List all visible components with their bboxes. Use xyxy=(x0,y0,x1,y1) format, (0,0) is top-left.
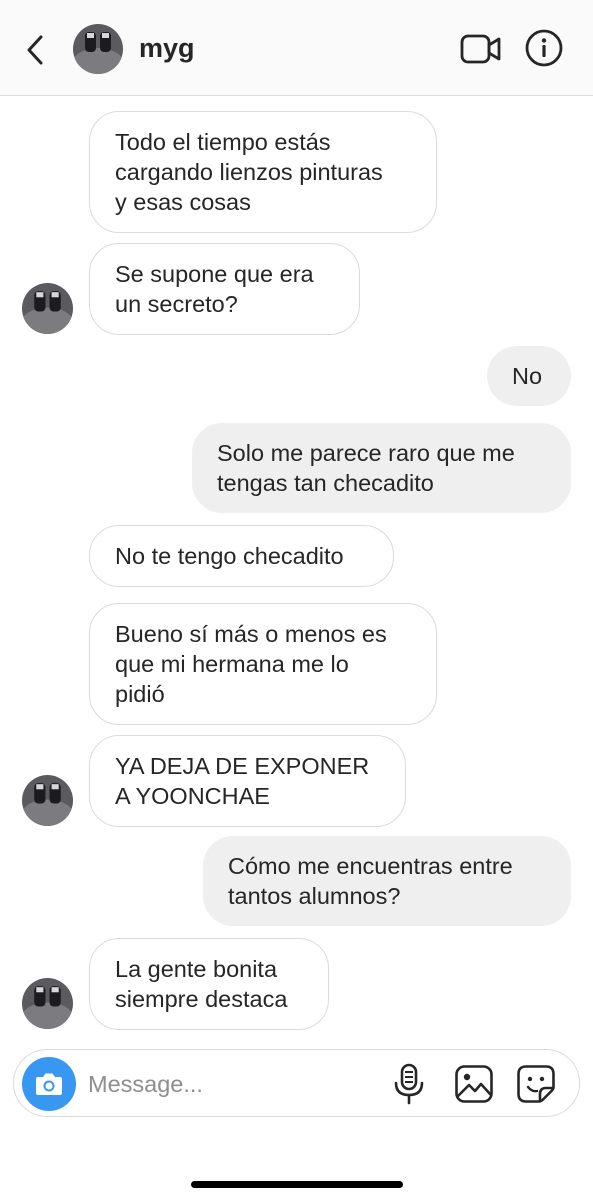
message-received[interactable]: No te tengo checadito xyxy=(89,525,394,587)
info-icon xyxy=(525,29,563,67)
info-button[interactable] xyxy=(524,28,564,68)
sticker-icon xyxy=(517,1065,555,1103)
message-received[interactable]: Bueno sí más o menos es que mi hermana m… xyxy=(89,603,437,725)
chat-header: myg xyxy=(0,0,593,96)
sender-avatar[interactable] xyxy=(22,775,73,826)
message-received[interactable]: Se supone que era un secreto? xyxy=(89,243,360,335)
home-indicator[interactable] xyxy=(191,1181,403,1188)
sticker-button[interactable] xyxy=(516,1064,556,1104)
gallery-button[interactable] xyxy=(454,1064,494,1104)
message-composer xyxy=(13,1049,580,1117)
message-received[interactable]: La gente bonita siempre destaca xyxy=(89,938,329,1030)
message-sent[interactable]: No xyxy=(487,346,571,406)
message-input[interactable] xyxy=(86,1063,380,1105)
sender-avatar[interactable] xyxy=(22,283,73,334)
sender-avatar[interactable] xyxy=(22,978,73,1029)
microphone-button[interactable] xyxy=(391,1063,427,1105)
gallery-icon xyxy=(455,1065,493,1103)
microphone-icon xyxy=(394,1063,424,1105)
contact-name[interactable]: myg xyxy=(139,33,195,64)
contact-avatar[interactable] xyxy=(73,24,123,74)
message-sent[interactable]: Solo me parece raro que me tengas tan ch… xyxy=(192,423,571,513)
camera-icon xyxy=(36,1073,62,1095)
video-camera-icon xyxy=(460,34,501,64)
message-received[interactable]: YA DEJA DE EXPONER A YOONCHAE xyxy=(89,735,406,827)
camera-button[interactable] xyxy=(22,1057,76,1111)
message-sent[interactable]: Cómo me encuentras entre tantos alumnos? xyxy=(203,836,571,926)
back-button[interactable] xyxy=(22,32,52,68)
message-received[interactable]: Todo el tiempo estás cargando lienzos pi… xyxy=(89,111,437,233)
video-call-button[interactable] xyxy=(460,30,502,68)
chevron-left-icon xyxy=(27,35,43,65)
